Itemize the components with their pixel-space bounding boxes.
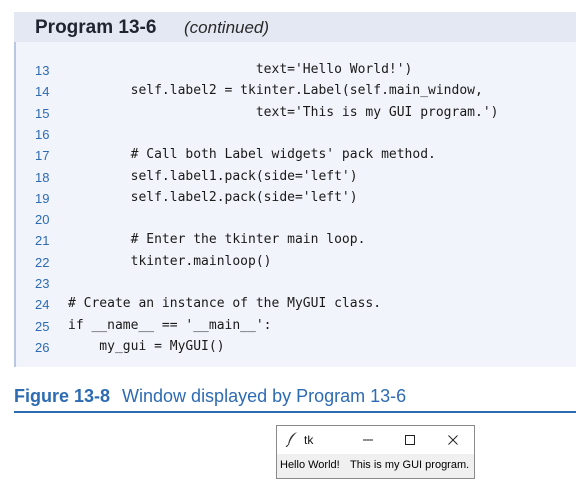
feather-icon (285, 432, 297, 447)
line-number: 15 (35, 105, 50, 121)
code-text: self.label2.pack(side='left') (68, 189, 358, 205)
title-bar[interactable]: tk (277, 426, 474, 454)
program-header: Program 13-6 (continued) (14, 12, 576, 42)
figure-caption: Figure 13-8 Window displayed by Program 1… (14, 386, 406, 407)
maximize-icon (405, 435, 415, 445)
line-number: 25 (35, 318, 50, 334)
continued-label: (continued) (184, 18, 270, 37)
line-number: 19 (35, 190, 50, 206)
line-number: 20 (35, 212, 50, 228)
code-text: # Create an instance of the MyGUI class. (68, 296, 382, 312)
code-line: 16 (0, 125, 576, 146)
code-text: self.label2 = tkinter.Label(self.main_wi… (68, 83, 483, 99)
code-text: text='This is my GUI program.') (68, 104, 499, 120)
minimize-button[interactable] (347, 426, 389, 454)
minimize-icon (363, 439, 373, 441)
code-line: 24 # Create an instance of the MyGUI clas… (0, 295, 576, 316)
line-number: 23 (35, 276, 50, 291)
gui-program-label: This is my GUI program. (350, 459, 470, 471)
maximize-button[interactable] (389, 426, 431, 454)
close-icon (448, 435, 458, 445)
code-line: 14 self.label2 = tkinter.Label(self.main… (0, 82, 576, 103)
window-client-area: Hello World! This is my GUI program. (277, 454, 474, 478)
code-line: 26 my_gui = MyGUI() (0, 338, 576, 359)
line-number: 16 (35, 126, 50, 142)
code-line: 22 tkinter.mainloop() (0, 253, 576, 274)
code-text: # Enter the tkinter main loop. (68, 232, 366, 248)
code-line: 13 text='Hello World!') (0, 61, 576, 82)
code-text: self.label1.pack(side='left') (68, 168, 358, 184)
line-number: 13 (35, 63, 50, 78)
code-text: if __name__ == '__main__': (68, 317, 272, 333)
program-listing: Program 13-6 (continued) 13 text='Hello … (0, 0, 576, 367)
code-line: 25 if __name__ == '__main__': (0, 317, 576, 338)
program-title: Program 13-6 (35, 17, 157, 38)
figure-description: Window displayed by Program 13-6 (122, 386, 407, 406)
code-text: # Call both Label widgets' pack method. (68, 147, 436, 163)
figure-rule (14, 411, 576, 413)
code-line: 18 self.label1.pack(side='left') (0, 168, 576, 189)
hello-label: Hello World! (280, 459, 340, 471)
line-number: 14 (35, 84, 50, 100)
code-line: 15 text='This is my GUI program.') (0, 104, 576, 125)
line-number: 18 (35, 169, 50, 185)
line-number: 17 (35, 148, 50, 164)
line-number: 26 (35, 339, 50, 355)
window-title: tk (304, 433, 314, 447)
code-line: 19 self.label2.pack(side='left') (0, 189, 576, 210)
code-line: 23 (0, 274, 576, 295)
code-line: 20 (0, 210, 576, 231)
code-line: 21 # Enter the tkinter main loop. (0, 231, 576, 252)
code-text: my_gui = MyGUI() (68, 338, 225, 354)
code-text: tkinter.mainloop() (68, 253, 272, 269)
code-text: text='Hello World!') (68, 62, 413, 77)
close-button[interactable] (432, 426, 474, 454)
line-number: 21 (35, 233, 50, 249)
code-line: 17 # Call both Label widgets' pack metho… (0, 146, 576, 167)
tk-window: tk Hello World! This is my GUI program. (276, 425, 475, 479)
line-number: 24 (35, 297, 50, 313)
line-number: 22 (35, 254, 50, 270)
figure-label: Figure 13-8 (14, 386, 111, 406)
